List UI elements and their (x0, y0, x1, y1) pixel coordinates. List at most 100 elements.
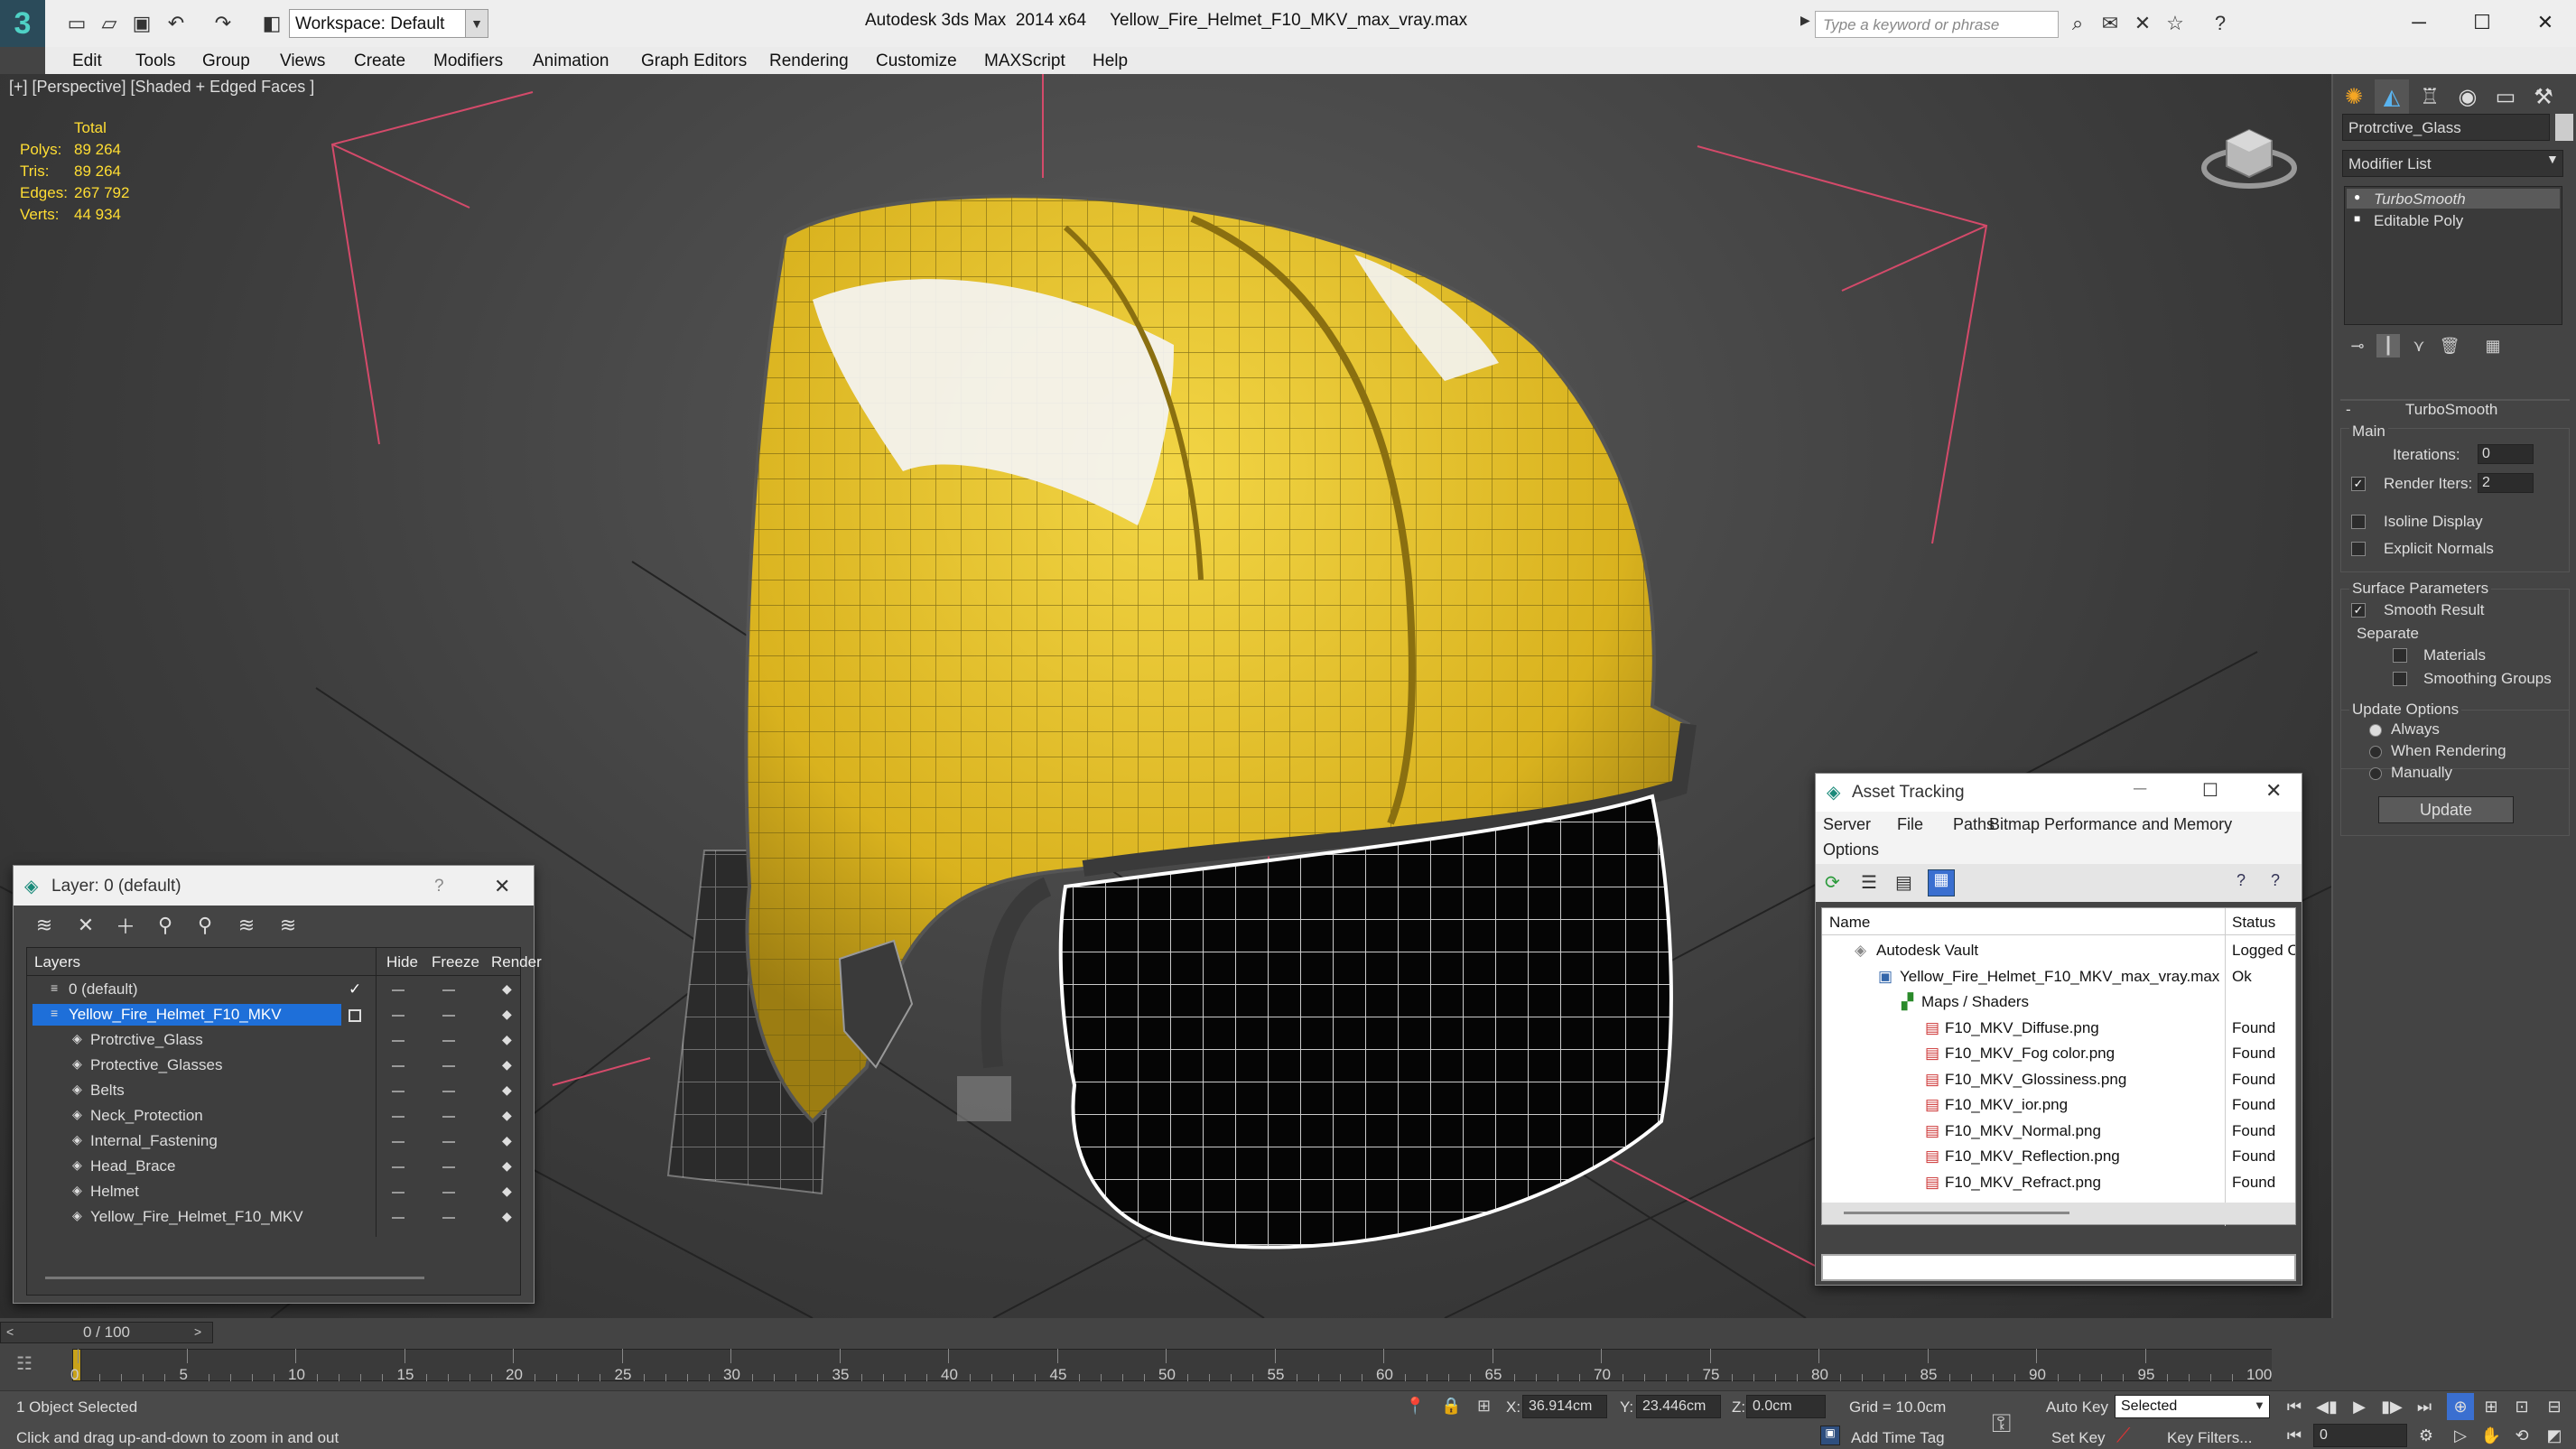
table-row[interactable]: ▤ F10_MKV_Normal.png Found (1822, 1118, 2295, 1144)
configure-sets-icon[interactable]: ▦ (2481, 334, 2505, 358)
key-filters-button[interactable]: Key Filters... (2167, 1429, 2252, 1447)
hide-all-icon[interactable]: ≋ (234, 913, 259, 938)
chevron-left-icon[interactable]: < (6, 1324, 14, 1339)
layer-row[interactable]: ≡ 0 (default) ✓ ◆ (27, 977, 520, 1002)
table-row[interactable]: ▤ F10_MKV_Fog color.png Found (1822, 1040, 2295, 1066)
table-row[interactable]: ▤ F10_MKV_Glossiness.png Found (1822, 1066, 2295, 1092)
isolate-icon[interactable]: 📍 (1405, 1397, 1425, 1416)
layer-row[interactable]: ◈ Protrctive_Glass ◆ (27, 1027, 520, 1053)
project-folder-icon[interactable]: ◧ (258, 11, 285, 36)
app-logo-icon[interactable]: 3 (0, 0, 45, 47)
pin-stack-icon[interactable]: ⊸ (2346, 334, 2369, 358)
chevron-right-icon[interactable]: ▶ (1800, 13, 1810, 28)
chevron-down-icon[interactable]: ▼ (2254, 1398, 2265, 1412)
add-to-layer-icon[interactable]: ＋ (113, 913, 138, 938)
table-row[interactable]: ▞ Maps / Shaders (1822, 989, 2295, 1015)
render-iters-checkbox[interactable]: ✓ (2351, 477, 2366, 491)
set-key-button[interactable]: Set Key (2051, 1429, 2106, 1447)
asset-path-input[interactable] (1821, 1254, 2296, 1281)
maximize-viewport-icon[interactable]: ◩ (2541, 1422, 2568, 1449)
minimize-button[interactable]: ─ (2134, 779, 2146, 800)
table-row[interactable]: ▣ Yellow_Fire_Helmet_F10_MKV_max_vray.ma… (1822, 963, 2295, 989)
communication-center-icon[interactable]: ✉ (2097, 11, 2124, 36)
object-color-swatch[interactable] (2555, 114, 2573, 141)
menu-customize[interactable]: Customize (876, 51, 957, 71)
menu-modifiers[interactable]: Modifiers (433, 51, 503, 71)
add-time-tag[interactable]: Add Time Tag (1851, 1429, 1945, 1447)
maximize-button[interactable]: ☐ (2202, 779, 2218, 802)
table-row[interactable]: ▤ F10_MKV_Diffuse.png Found (1822, 1015, 2295, 1041)
z-coord-field[interactable]: 0.0cm (1746, 1395, 1826, 1418)
layer-row[interactable]: ◈ Yellow_Fire_Helmet_F10_MKV ◆ (27, 1204, 520, 1230)
set-key-icon[interactable]: ⚿ (1992, 1409, 2011, 1439)
table-row[interactable]: ▤ F10_MKV_Reflection.png Found (1822, 1143, 2295, 1169)
create-layer-icon[interactable]: ≋ (32, 913, 57, 938)
chevron-down-icon[interactable]: ▼ (465, 9, 488, 38)
lock-icon[interactable]: 🔒 (1441, 1397, 1461, 1416)
menu-server[interactable]: Server (1823, 815, 1871, 834)
current-frame-field[interactable]: 0 (2313, 1424, 2407, 1447)
render-teapot-icon[interactable]: ◆ (502, 1007, 512, 1022)
next-frame-icon[interactable]: ▮▶ (2378, 1393, 2405, 1420)
create-tab-icon[interactable]: ✺ (2337, 79, 2371, 114)
render-teapot-icon[interactable]: ◆ (502, 981, 512, 997)
go-to-end-icon[interactable]: ⏭ (2411, 1393, 2438, 1420)
zoom-icon[interactable]: ⊕ (2447, 1393, 2474, 1420)
auto-key-button[interactable]: Auto Key (2046, 1398, 2108, 1416)
make-active-box[interactable] (349, 1009, 361, 1022)
redo-icon[interactable]: ↷ (209, 11, 237, 36)
table-view-icon[interactable]: ▦ (1928, 869, 1955, 896)
viewport-label[interactable]: [+] [Perspective] [Shaded + Edged Faces … (9, 78, 314, 97)
expand-icon[interactable]: ■ (2354, 212, 2360, 225)
chevron-down-icon[interactable]: ▼ (2546, 152, 2559, 166)
menu-group[interactable]: Group (202, 51, 250, 71)
update-button[interactable]: Update (2378, 796, 2514, 823)
menu-maxscript[interactable]: MAXScript (984, 51, 1065, 71)
layer-row[interactable]: ◈ Belts ◆ (27, 1078, 520, 1103)
table-row[interactable]: ▤ F10_MKV_Refract.png Found (1822, 1169, 2295, 1195)
pan-icon[interactable]: ✋ (2478, 1422, 2505, 1449)
render-iters-spinner[interactable]: 2 (2478, 473, 2534, 493)
render-teapot-icon[interactable]: ◆ (502, 1209, 512, 1224)
layer-row[interactable]: ≡ Yellow_Fire_Helmet_F10_MKV ◆ (27, 1002, 520, 1027)
mini-curve-editor-icon[interactable]: ☷ (16, 1352, 33, 1375)
object-name-field[interactable]: Protrctive_Glass (2342, 114, 2550, 141)
minimize-button[interactable]: ─ (2396, 7, 2441, 38)
play-icon[interactable]: ▶ (2346, 1393, 2373, 1420)
menu-rendering[interactable]: Rendering (769, 51, 849, 71)
x-coord-field[interactable]: 36.914cm (1522, 1395, 1607, 1418)
search-input[interactable]: Type a keyword or phrase (1815, 11, 2059, 38)
render-teapot-icon[interactable]: ◆ (502, 1158, 512, 1174)
asset-window-titlebar[interactable]: ◈ Asset Tracking ─ ☐ ✕ (1816, 774, 2302, 812)
layer-row[interactable]: ◈ Protective_Glasses ◆ (27, 1053, 520, 1078)
binoculars-icon[interactable]: ⌕ (2064, 11, 2091, 36)
col-layers[interactable]: Layers (34, 953, 80, 971)
display-tab-icon[interactable]: ▭ (2488, 79, 2523, 114)
close-button[interactable]: ✕ (2265, 779, 2282, 803)
time-slider[interactable]: < 0 / 100 > (0, 1322, 213, 1343)
delete-layer-icon[interactable]: ✕ (73, 913, 98, 938)
table-row[interactable]: ▤ F10_MKV_ior.png Found (1822, 1091, 2295, 1118)
menu-animation[interactable]: Animation (533, 51, 609, 71)
horizontal-scrollbar[interactable] (45, 1277, 424, 1279)
motion-tab-icon[interactable]: ◉ (2450, 79, 2485, 114)
help-icon[interactable]: ? (2237, 871, 2246, 890)
close-button[interactable]: ✕ (2523, 7, 2568, 38)
menu-options[interactable]: Options (1823, 841, 1879, 859)
help-icon[interactable]: ? (434, 877, 444, 896)
menu-views[interactable]: Views (280, 51, 325, 71)
show-end-result-icon[interactable]: ┃ (2376, 334, 2400, 358)
render-teapot-icon[interactable]: ◆ (502, 1082, 512, 1098)
materials-checkbox[interactable] (2393, 648, 2407, 663)
key-mode-toggle-icon[interactable]: ⏮ (2281, 1422, 2308, 1449)
menu-edit[interactable]: Edit (72, 51, 102, 71)
collapse-icon[interactable]: - (2346, 401, 2351, 419)
y-coord-field[interactable]: 23.446cm (1636, 1395, 1721, 1418)
key-mode-icon[interactable]: ⟋ (2116, 1424, 2130, 1447)
isoline-checkbox[interactable] (2351, 515, 2366, 529)
help-icon[interactable]: ? (2207, 11, 2234, 36)
menu-help[interactable]: Help (1093, 51, 1128, 71)
orbit-icon[interactable]: ⟲ (2508, 1422, 2535, 1449)
col-name[interactable]: Name (1829, 914, 1870, 932)
time-config-icon[interactable]: ⚙ (2413, 1422, 2440, 1449)
